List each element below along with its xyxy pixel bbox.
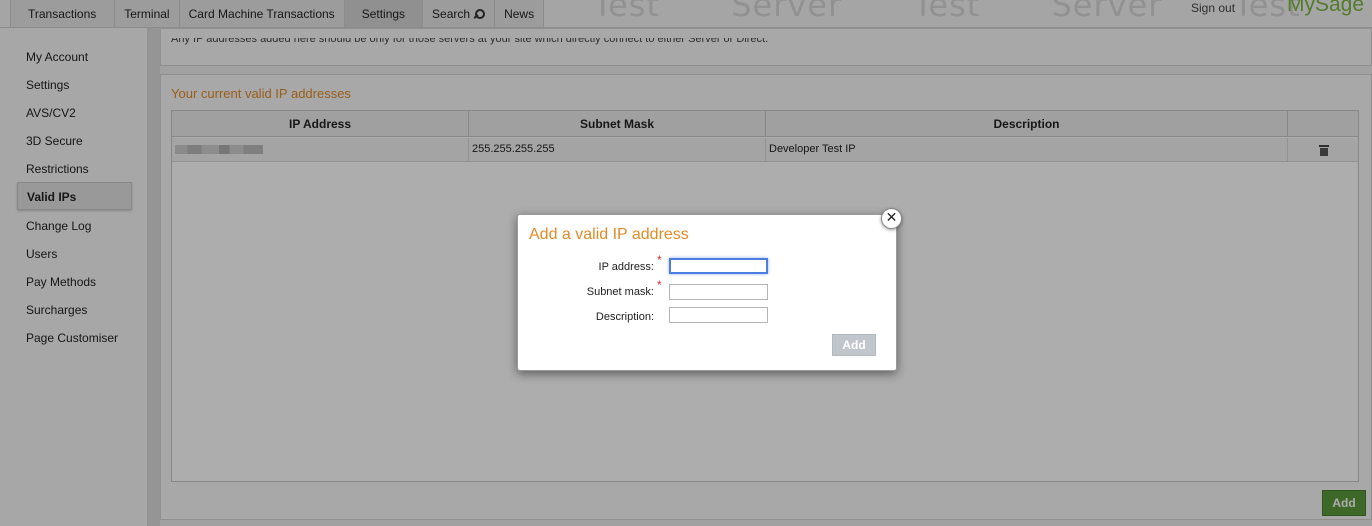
dialog-title: Add a valid IP address bbox=[529, 226, 689, 243]
description-label: Description: bbox=[595, 311, 654, 323]
subnet-mask-label: Subnet mask: bbox=[586, 286, 654, 298]
description-input[interactable] bbox=[669, 307, 768, 323]
ip-address-input[interactable] bbox=[669, 258, 768, 274]
subnet-mask-required-marker: * bbox=[657, 278, 662, 292]
ip-address-label: IP address: bbox=[598, 261, 654, 273]
subnet-mask-input[interactable] bbox=[669, 284, 768, 300]
dialog-add-button[interactable]: Add bbox=[832, 334, 876, 356]
close-icon[interactable]: ✕ bbox=[881, 208, 902, 229]
add-ip-dialog: Add a valid IP address IP address: * Sub… bbox=[517, 214, 897, 371]
ip-address-required-marker: * bbox=[657, 253, 662, 267]
